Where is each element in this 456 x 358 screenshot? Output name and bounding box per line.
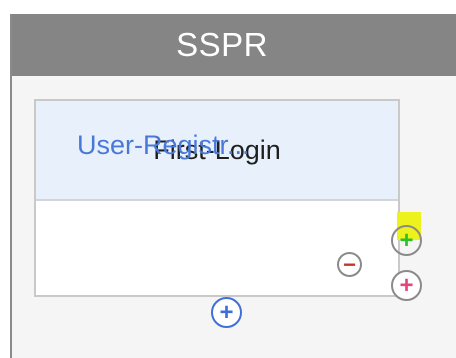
remove-step-button[interactable]: − [337,252,362,277]
container-header: SSPR [12,14,456,76]
add-alternate-branch-button[interactable]: + [391,270,422,301]
plus-circle-icon: + [399,226,414,254]
plus-circle-icon: + [219,298,234,326]
minus-circle-icon: − [343,251,356,277]
container-title: SSPR [176,26,268,63]
step-user-registration[interactable]: User-Registr... [77,130,250,161]
add-step-below-button[interactable]: + [211,297,242,328]
add-next-stage-button[interactable]: + [391,225,422,256]
plus-circle-icon: + [399,271,414,299]
